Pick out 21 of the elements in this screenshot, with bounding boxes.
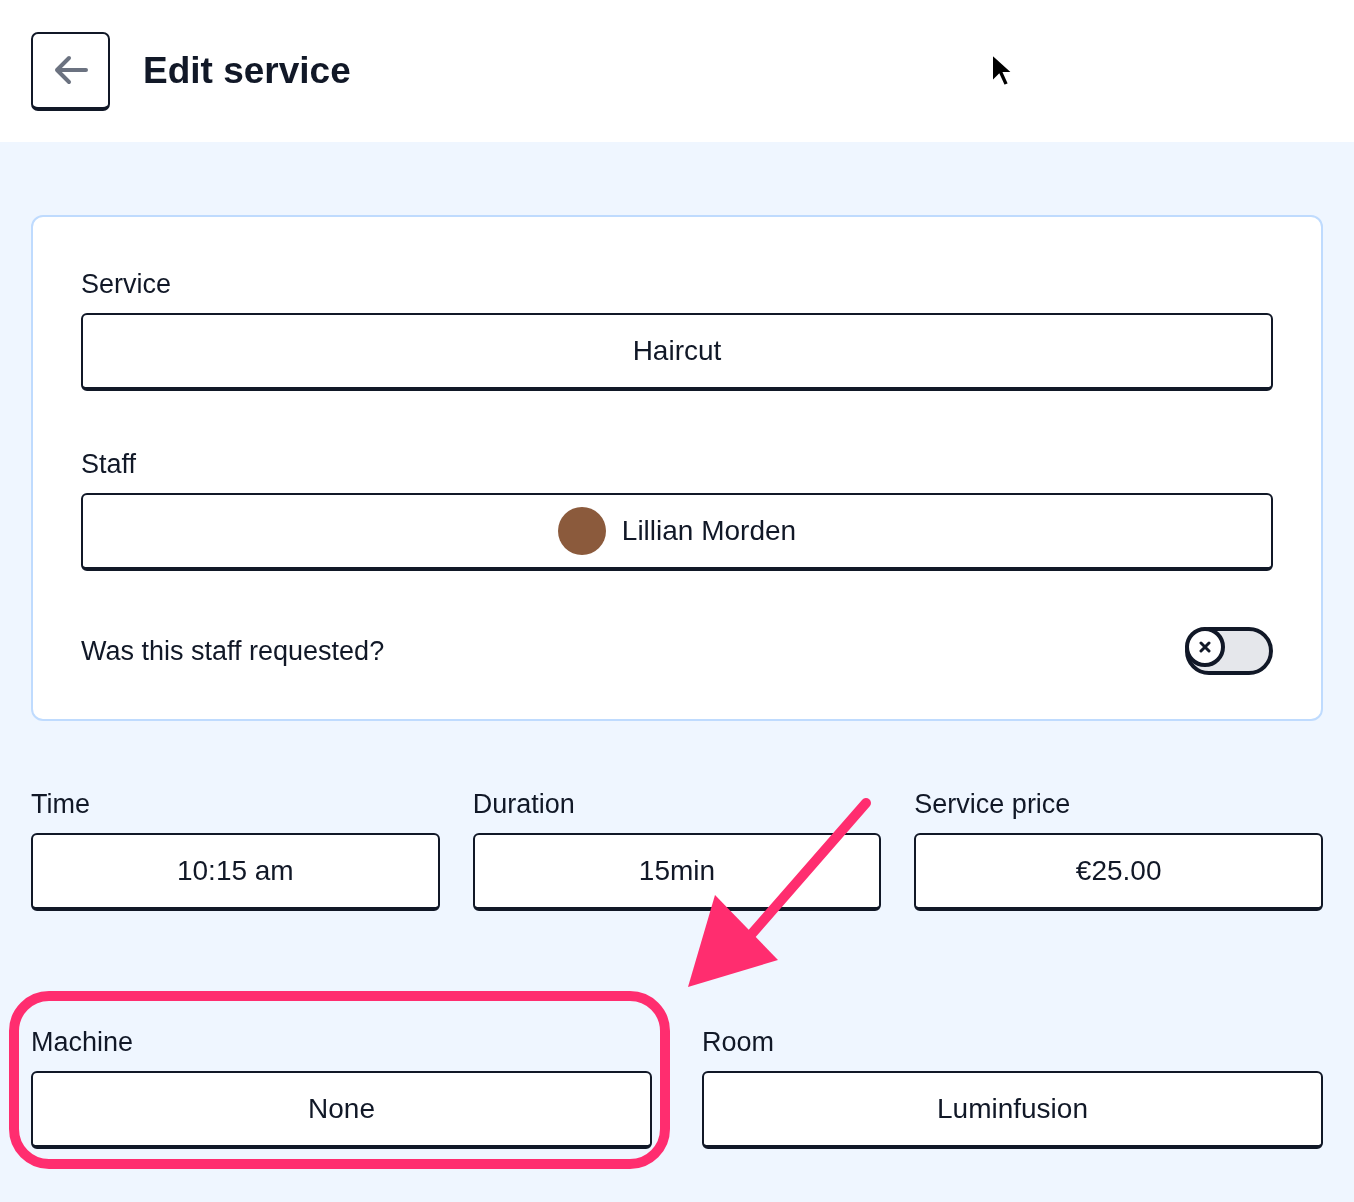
select-field[interactable]: None bbox=[31, 1071, 652, 1149]
input-field[interactable]: €25.00 bbox=[914, 833, 1323, 911]
field-label: Service price bbox=[914, 788, 1072, 821]
close-icon bbox=[1199, 641, 1211, 653]
field-label: Time bbox=[31, 788, 91, 821]
select-field[interactable]: Luminfusion bbox=[702, 1071, 1323, 1149]
avatar bbox=[557, 507, 606, 555]
field-label: Machine bbox=[31, 1026, 135, 1059]
field-label: Staff bbox=[81, 448, 138, 481]
page-title: Edit service bbox=[143, 50, 351, 92]
field-label: Duration bbox=[472, 788, 576, 821]
toggle-switch[interactable] bbox=[1185, 627, 1273, 675]
field-label: Room bbox=[702, 1026, 776, 1059]
select-field[interactable]: Lillian Morden bbox=[81, 493, 1273, 571]
field-label: Service bbox=[81, 268, 173, 301]
arrow-left-icon bbox=[53, 55, 88, 85]
input-field[interactable]: 10:15 am bbox=[31, 833, 440, 911]
back-button[interactable] bbox=[31, 31, 110, 111]
input-field[interactable]: 15min bbox=[472, 833, 882, 911]
toggle-label: Was this staff requested? bbox=[81, 635, 385, 667]
select-field[interactable]: Haircut bbox=[81, 313, 1273, 391]
